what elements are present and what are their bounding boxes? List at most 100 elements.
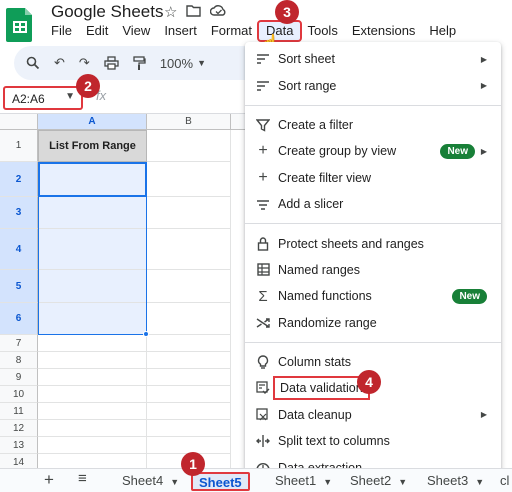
column-header-b[interactable]: B: [147, 114, 231, 130]
sheet-tab-partial[interactable]: cl: [500, 472, 509, 491]
menu-view[interactable]: View: [115, 22, 157, 40]
chevron-down-icon[interactable]: ▼: [197, 58, 206, 68]
new-badge: New: [440, 143, 475, 159]
menu-item-named-ranges[interactable]: Named ranges: [245, 257, 501, 283]
menu-item-create-filter[interactable]: Create a filter: [245, 112, 501, 138]
cell[interactable]: [38, 437, 147, 454]
menu-divider: [245, 104, 501, 106]
step-callout-1: 1: [181, 452, 205, 476]
cell[interactable]: [147, 386, 231, 403]
menu-item-protect-sheets[interactable]: Protect sheets and ranges: [245, 230, 501, 256]
menu-item-create-filter-view[interactable]: + Create filter view: [245, 165, 501, 191]
sheet-tab-sheet3[interactable]: Sheet3 ▼: [427, 472, 484, 491]
menu-tools[interactable]: Tools: [300, 22, 344, 40]
name-box[interactable]: A2:A6 ▼: [3, 86, 83, 110]
menu-divider: [245, 223, 501, 225]
cell[interactable]: [147, 270, 231, 303]
cleanup-icon: [255, 407, 271, 423]
chevron-down-icon: ▼: [65, 91, 75, 102]
sort-icon: [255, 78, 271, 94]
menu-format[interactable]: Format: [204, 22, 259, 40]
cell[interactable]: [147, 335, 231, 352]
document-title[interactable]: Google Sheets: [51, 2, 163, 22]
menu-item-add-slicer[interactable]: Add a slicer: [245, 191, 501, 217]
move-folder-icon[interactable]: [186, 4, 202, 21]
menu-item-data-cleanup[interactable]: Data cleanup ▶: [245, 402, 501, 428]
row-header[interactable]: 1: [0, 130, 38, 162]
cell[interactable]: [147, 130, 231, 162]
cell[interactable]: [147, 162, 231, 197]
star-icon[interactable]: ☆: [164, 4, 177, 21]
row-header[interactable]: 8: [0, 352, 38, 369]
cell[interactable]: [38, 369, 147, 386]
cell[interactable]: [38, 420, 147, 437]
menu-help[interactable]: Help: [422, 22, 463, 40]
row-header[interactable]: 12: [0, 420, 38, 437]
row-header[interactable]: 6: [0, 303, 38, 335]
sort-icon: [255, 51, 271, 67]
cell[interactable]: [38, 352, 147, 369]
sheet-tab-sheet4[interactable]: Sheet4 ▼: [122, 472, 179, 491]
cell[interactable]: [147, 303, 231, 335]
menu-item-create-group-by-view[interactable]: + Create group by view New ▶: [245, 138, 501, 164]
table-icon: [255, 262, 271, 278]
menu-extensions[interactable]: Extensions: [345, 22, 423, 40]
menu-file[interactable]: File: [44, 22, 79, 40]
cell[interactable]: [38, 454, 147, 468]
row-header[interactable]: 11: [0, 403, 38, 420]
submenu-arrow-icon: ▶: [480, 81, 487, 91]
menu-item-sort-sheet[interactable]: Sort sheet ▶: [245, 46, 501, 72]
menu-item-sort-range[interactable]: Sort range ▶: [245, 72, 501, 98]
menu-edit[interactable]: Edit: [79, 22, 115, 40]
cell[interactable]: [38, 386, 147, 403]
menu-item-split-text[interactable]: Split text to columns: [245, 428, 501, 454]
sheet-tab-sheet1[interactable]: Sheet1 ▼: [275, 472, 332, 491]
column-header-a[interactable]: A: [38, 114, 147, 130]
chevron-down-icon: ▼: [398, 477, 408, 487]
data-menu: Sort sheet ▶ Sort range ▶ Create a filte…: [245, 42, 501, 482]
cell[interactable]: [147, 352, 231, 369]
cell[interactable]: [147, 197, 231, 229]
spreadsheet-grid[interactable]: A B 1 2 3 4 5 6 7 8 9 10 11 12 13 14 Lis…: [0, 114, 250, 468]
sigma-icon: Σ: [258, 287, 268, 305]
undo-icon[interactable]: ↶: [54, 55, 65, 71]
search-menus-icon[interactable]: [26, 56, 40, 70]
submenu-arrow-icon: ▶: [480, 410, 487, 420]
cloud-status-icon[interactable]: [210, 4, 227, 21]
cell[interactable]: [147, 229, 231, 270]
cell[interactable]: [147, 403, 231, 420]
select-all-corner[interactable]: [0, 114, 38, 130]
sheets-logo[interactable]: [6, 6, 34, 42]
new-badge: New: [452, 288, 487, 304]
step-callout-3: 3: [275, 0, 299, 24]
row-header[interactable]: 2: [0, 162, 38, 197]
row-header[interactable]: 14: [0, 454, 38, 468]
all-sheets-icon[interactable]: ≡: [78, 470, 87, 487]
menu-item-randomize-range[interactable]: Randomize range: [245, 310, 501, 336]
paint-format-icon[interactable]: [133, 55, 146, 71]
header-cell-a1[interactable]: List From Range: [38, 130, 147, 162]
zoom-select[interactable]: 100%: [160, 56, 193, 71]
row-header[interactable]: 7: [0, 335, 38, 352]
menu-item-named-functions[interactable]: Σ Named functions New: [245, 283, 501, 309]
sheet-tab-sheet5[interactable]: Sheet5: [191, 472, 250, 491]
row-header[interactable]: 4: [0, 229, 38, 270]
cell[interactable]: [147, 420, 231, 437]
menu-insert[interactable]: Insert: [157, 22, 204, 40]
row-header[interactable]: 9: [0, 369, 38, 386]
add-sheet-icon[interactable]: +: [44, 470, 54, 490]
sheet-tab-sheet2[interactable]: Sheet2 ▼: [350, 472, 407, 491]
redo-icon[interactable]: ↷: [79, 55, 90, 71]
row-header[interactable]: 13: [0, 437, 38, 454]
cell[interactable]: [147, 369, 231, 386]
active-cell-border: [38, 162, 147, 197]
print-icon[interactable]: [104, 56, 119, 70]
fill-handle[interactable]: [143, 331, 149, 337]
toolbar: ↶ ↷ 100% ▼: [14, 46, 274, 80]
cell[interactable]: [38, 335, 147, 352]
cell[interactable]: [38, 403, 147, 420]
chevron-down-icon: ▼: [323, 477, 333, 487]
row-header[interactable]: 5: [0, 270, 38, 303]
row-header[interactable]: 3: [0, 197, 38, 229]
row-header[interactable]: 10: [0, 386, 38, 403]
